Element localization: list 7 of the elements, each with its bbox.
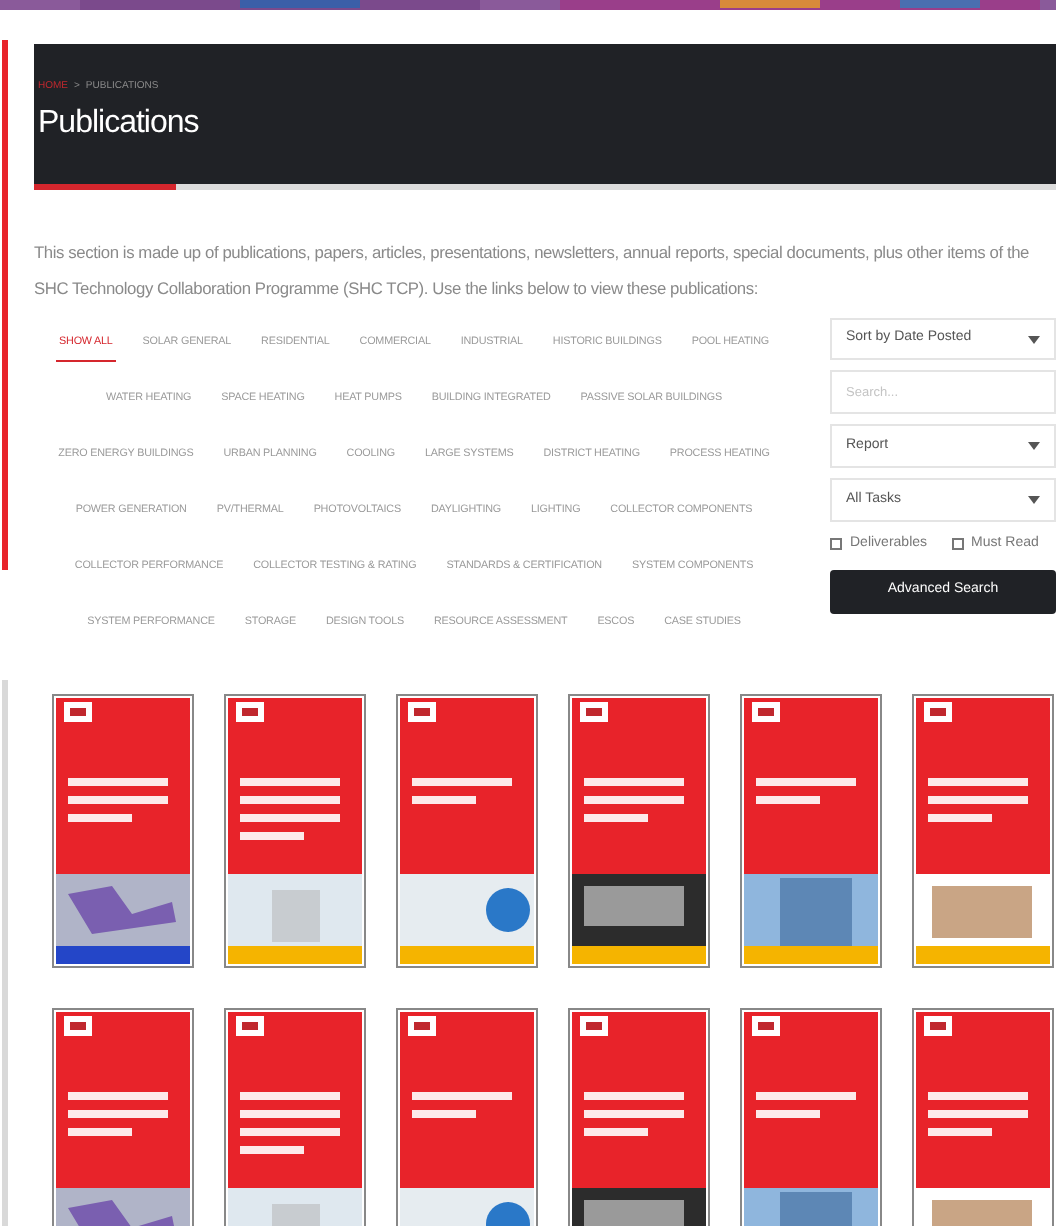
checkbox[interactable]	[951, 538, 964, 551]
page-title: Publications	[38, 103, 201, 144]
caret-icon	[1028, 442, 1040, 450]
caret-icon	[1028, 496, 1040, 504]
checkbox[interactable]	[830, 538, 842, 551]
intro-paragraph: This section is made up of publications, papers, articles, presentations, newsletters, annual reports, special documents, plus other items of the SHC Technology Collaboration Programme (SHC TCP). Use the links below to view these publications:	[34, 240, 1032, 302]
caret-icon	[1028, 335, 1040, 343]
